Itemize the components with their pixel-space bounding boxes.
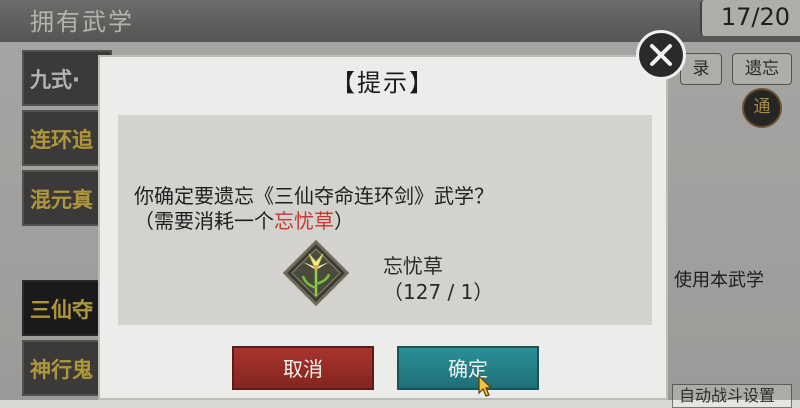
cost-message: （需要消耗一个忘忧草） bbox=[134, 205, 354, 234]
item-slot[interactable] bbox=[282, 239, 350, 307]
dialog-title: 【提示】 bbox=[331, 69, 435, 97]
close-button[interactable] bbox=[636, 30, 686, 80]
close-icon bbox=[650, 44, 672, 66]
lily-flower-icon bbox=[282, 239, 350, 307]
item-count: （127 / 1） bbox=[383, 280, 494, 304]
cost-message-prefix: （需要消耗一个 bbox=[134, 209, 274, 233]
confirm-button[interactable]: 确定 bbox=[397, 346, 539, 390]
cost-item-name: 忘忧草 bbox=[274, 209, 334, 233]
cost-message-suffix: ） bbox=[334, 209, 354, 233]
cancel-button[interactable]: 取消 bbox=[232, 346, 374, 390]
item-name: 忘忧草 bbox=[383, 254, 443, 278]
cursor-icon bbox=[478, 375, 492, 397]
